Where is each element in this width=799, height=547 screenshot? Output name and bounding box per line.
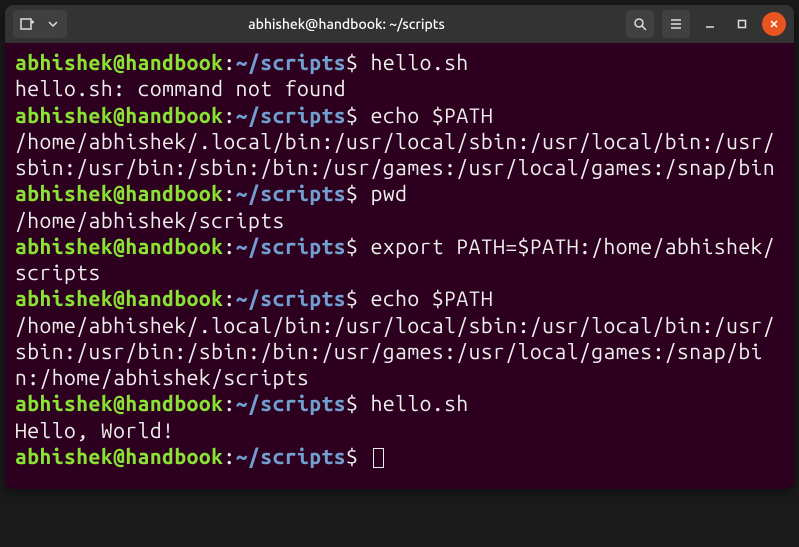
terminal-line: abhishek@handbook:~/scripts$ pwd bbox=[15, 180, 784, 206]
prompt-colon: : bbox=[223, 50, 235, 74]
prompt-path: ~/scripts bbox=[236, 103, 346, 127]
new-tab-icon bbox=[20, 17, 34, 31]
close-icon bbox=[769, 19, 779, 29]
terminal-line: /home/abhishek/scripts bbox=[15, 207, 784, 233]
command-text: echo $PATH bbox=[371, 286, 494, 310]
window-title: abhishek@handbook: ~/scripts bbox=[73, 16, 620, 32]
prompt-path: ~/scripts bbox=[236, 444, 346, 468]
chevron-down-icon bbox=[48, 21, 58, 27]
prompt-user-host: abhishek@handbook bbox=[15, 391, 223, 415]
terminal-line: abhishek@handbook:~/scripts$ echo $PATH bbox=[15, 285, 784, 311]
terminal-line: abhishek@handbook:~/scripts$ hello.sh bbox=[15, 49, 784, 75]
prompt-symbol: $ bbox=[346, 391, 371, 415]
maximize-button[interactable] bbox=[730, 12, 754, 36]
new-tab-button[interactable] bbox=[15, 12, 39, 36]
minimize-button[interactable] bbox=[698, 12, 722, 36]
terminal-body[interactable]: abhishek@handbook:~/scripts$ hello.shhel… bbox=[5, 43, 794, 489]
terminal-line: hello.sh: command not found bbox=[15, 75, 784, 101]
prompt-user-host: abhishek@handbook bbox=[15, 50, 223, 74]
search-icon bbox=[633, 17, 647, 31]
cursor bbox=[373, 448, 384, 468]
prompt-path: ~/scripts bbox=[236, 234, 346, 258]
output-text: /home/abhishek/.local/bin:/usr/local/sbi… bbox=[15, 129, 775, 179]
terminal-window: abhishek@handbook: ~/scripts bbox=[5, 5, 794, 489]
output-text: Hello, World! bbox=[15, 418, 174, 442]
prompt-colon: : bbox=[223, 234, 235, 258]
terminal-line: abhishek@handbook:~/scripts$ hello.sh bbox=[15, 390, 784, 416]
prompt-user-host: abhishek@handbook bbox=[15, 286, 223, 310]
tab-controls bbox=[13, 10, 67, 38]
minimize-icon bbox=[705, 19, 715, 29]
menu-button[interactable] bbox=[662, 10, 690, 38]
terminal-line: /home/abhishek/.local/bin:/usr/local/sbi… bbox=[15, 312, 784, 391]
prompt-symbol: $ bbox=[346, 444, 371, 468]
prompt-colon: : bbox=[223, 103, 235, 127]
command-text: pwd bbox=[371, 181, 408, 205]
prompt-symbol: $ bbox=[346, 103, 371, 127]
maximize-icon bbox=[737, 19, 747, 29]
prompt-colon: : bbox=[223, 286, 235, 310]
prompt-user-host: abhishek@handbook bbox=[15, 103, 223, 127]
hamburger-icon bbox=[669, 17, 683, 31]
terminal-line: /home/abhishek/.local/bin:/usr/local/sbi… bbox=[15, 128, 784, 181]
prompt-path: ~/scripts bbox=[236, 286, 346, 310]
prompt-path: ~/scripts bbox=[236, 50, 346, 74]
command-text: hello.sh bbox=[371, 391, 469, 415]
prompt-path: ~/scripts bbox=[236, 391, 346, 415]
prompt-user-host: abhishek@handbook bbox=[15, 234, 223, 258]
command-text: hello.sh bbox=[371, 50, 469, 74]
terminal-line: abhishek@handbook:~/scripts$ bbox=[15, 443, 784, 469]
close-button[interactable] bbox=[762, 12, 786, 36]
search-button[interactable] bbox=[626, 10, 654, 38]
prompt-colon: : bbox=[223, 444, 235, 468]
output-text: hello.sh: command not found bbox=[15, 76, 346, 100]
terminal-line: Hello, World! bbox=[15, 417, 784, 443]
output-text: /home/abhishek/scripts bbox=[15, 208, 285, 232]
prompt-symbol: $ bbox=[346, 50, 371, 74]
output-text: /home/abhishek/.local/bin:/usr/local/sbi… bbox=[15, 313, 775, 390]
titlebar: abhishek@handbook: ~/scripts bbox=[5, 5, 794, 43]
prompt-user-host: abhishek@handbook bbox=[15, 444, 223, 468]
window-controls bbox=[626, 10, 786, 38]
prompt-colon: : bbox=[223, 391, 235, 415]
terminal-line: abhishek@handbook:~/scripts$ echo $PATH bbox=[15, 102, 784, 128]
prompt-symbol: $ bbox=[346, 234, 371, 258]
terminal-line: abhishek@handbook:~/scripts$ export PATH… bbox=[15, 233, 784, 286]
prompt-user-host: abhishek@handbook bbox=[15, 181, 223, 205]
prompt-colon: : bbox=[223, 181, 235, 205]
prompt-path: ~/scripts bbox=[236, 181, 346, 205]
command-text: echo $PATH bbox=[371, 103, 494, 127]
tab-dropdown-button[interactable] bbox=[41, 12, 65, 36]
prompt-symbol: $ bbox=[346, 286, 371, 310]
prompt-symbol: $ bbox=[346, 181, 371, 205]
